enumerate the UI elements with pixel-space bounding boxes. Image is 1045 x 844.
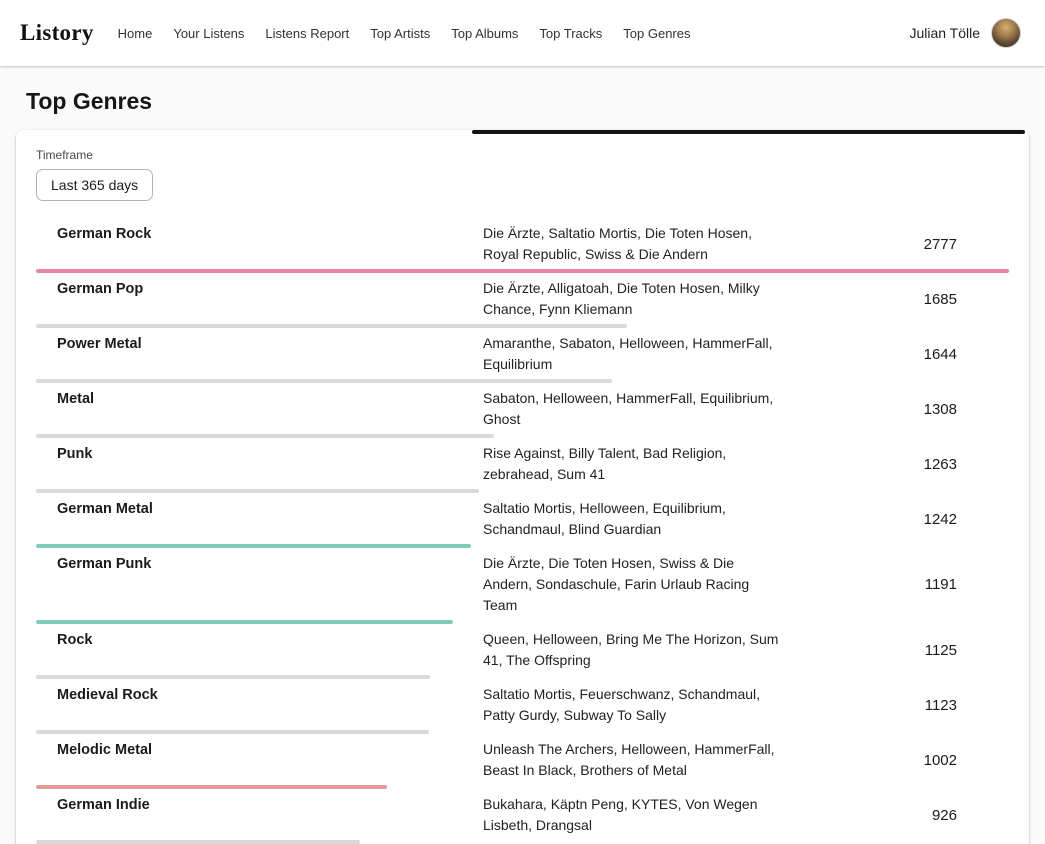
genre-count: 1308 [785, 401, 1009, 418]
top-genres-card: Timeframe Last 365 days German Rock Die … [16, 130, 1029, 844]
genre-row: Rock Queen, Helloween, Bring Me The Hori… [36, 624, 1009, 679]
genre-count: 1242 [785, 511, 1009, 528]
genre-artists: Die Ärzte, Die Toten Hosen, Swiss & Die … [483, 553, 785, 616]
genre-name: German Punk [36, 553, 483, 575]
genre-count: 1644 [785, 346, 1009, 363]
genre-artists: Rise Against, Billy Talent, Bad Religion… [483, 443, 785, 485]
genre-artists: Amaranthe, Sabaton, Helloween, HammerFal… [483, 333, 785, 375]
genre-row: German Metal Saltatio Mortis, Helloween,… [36, 493, 1009, 548]
genre-name: Melodic Metal [36, 739, 483, 761]
nav-item-home[interactable]: Home [116, 20, 155, 47]
genre-name: Rock [36, 629, 483, 651]
genre-row: Punk Rise Against, Billy Talent, Bad Rel… [36, 438, 1009, 493]
app-logo[interactable]: Listory [20, 20, 94, 46]
genre-count: 1191 [785, 576, 1009, 593]
genre-name: German Metal [36, 498, 483, 520]
genre-count: 1123 [785, 697, 1009, 714]
genre-name: Power Metal [36, 333, 483, 355]
genre-count: 1002 [785, 752, 1009, 769]
genre-row: Metal Sabaton, Helloween, HammerFall, Eq… [36, 383, 1009, 438]
nav-item-your-listens[interactable]: Your Listens [171, 20, 246, 47]
genre-artists: Die Ärzte, Alligatoah, Die Toten Hosen, … [483, 278, 785, 320]
genre-table: German Rock Die Ärzte, Saltatio Mortis, … [36, 218, 1009, 844]
genre-name: Metal [36, 388, 483, 410]
genre-bar [36, 840, 360, 844]
genre-artists: Die Ärzte, Saltatio Mortis, Die Toten Ho… [483, 223, 785, 265]
timeframe-label: Timeframe [36, 148, 1009, 162]
nav-item-top-tracks[interactable]: Top Tracks [537, 20, 604, 47]
timeframe-select[interactable]: Last 365 days [36, 169, 153, 201]
nav-item-top-albums[interactable]: Top Albums [449, 20, 520, 47]
genre-artists: Queen, Helloween, Bring Me The Horizon, … [483, 629, 785, 671]
main-content: Top Genres Timeframe Last 365 days Germa… [0, 88, 1045, 844]
genre-row: Power Metal Amaranthe, Sabaton, Hellowee… [36, 328, 1009, 383]
top-navbar: Listory Home Your Listens Listens Report To… [0, 0, 1045, 66]
genre-row: Medieval Rock Saltatio Mortis, Feuerschw… [36, 679, 1009, 734]
nav-item-top-genres[interactable]: Top Genres [621, 20, 692, 47]
genre-artists: Saltatio Mortis, Helloween, Equilibrium,… [483, 498, 785, 540]
horizontal-scrollbar[interactable] [472, 130, 1025, 134]
genre-count: 2777 [785, 236, 1009, 253]
genre-artists: Sabaton, Helloween, HammerFall, Equilibr… [483, 388, 785, 430]
genre-count: 1685 [785, 291, 1009, 308]
genre-row: German Pop Die Ärzte, Alligatoah, Die To… [36, 273, 1009, 328]
genre-name: German Rock [36, 223, 483, 245]
nav-items: Home Your Listens Listens Report Top Artist… [116, 20, 693, 47]
nav-item-listens-report[interactable]: Listens Report [263, 20, 351, 47]
genre-name: Medieval Rock [36, 684, 483, 706]
user-name[interactable]: Julian Tölle [909, 25, 980, 41]
genre-artists: Saltatio Mortis, Feuerschwanz, Schandmau… [483, 684, 785, 726]
genre-artists: Unleash The Archers, Helloween, HammerFa… [483, 739, 785, 781]
nav-item-top-artists[interactable]: Top Artists [368, 20, 432, 47]
genre-count: 1263 [785, 456, 1009, 473]
genre-name: German Indie [36, 794, 483, 816]
page-title: Top Genres [26, 88, 1029, 115]
genre-count: 1125 [785, 642, 1009, 659]
genre-count: 926 [785, 807, 1009, 824]
genre-artists: Bukahara, Käptn Peng, KYTES, Von Wegen L… [483, 794, 785, 836]
nav-right: Julian Tölle [909, 18, 1021, 48]
genre-name: German Pop [36, 278, 483, 300]
genre-row: German Rock Die Ärzte, Saltatio Mortis, … [36, 218, 1009, 273]
genre-row: German Punk Die Ärzte, Die Toten Hosen, … [36, 548, 1009, 624]
genre-row: Melodic Metal Unleash The Archers, Hello… [36, 734, 1009, 789]
genre-row: German Indie Bukahara, Käptn Peng, KYTES… [36, 789, 1009, 844]
genre-name: Punk [36, 443, 483, 465]
user-avatar[interactable] [991, 18, 1021, 48]
